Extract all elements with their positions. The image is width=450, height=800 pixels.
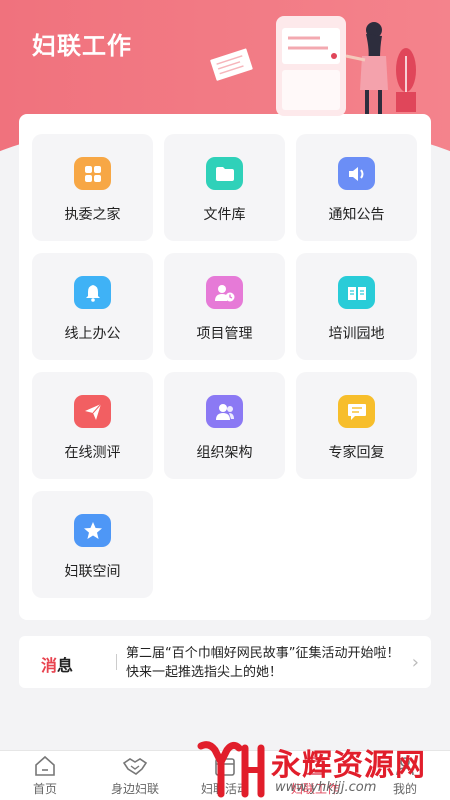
folder-icon	[206, 157, 243, 190]
tab-label: 身边妇联	[110, 782, 159, 796]
tile-executive-home[interactable]: 执委之家	[32, 134, 153, 241]
tile-training[interactable]: 培训园地	[296, 253, 417, 360]
book-icon	[338, 276, 375, 309]
user-clock-icon	[206, 276, 243, 309]
tile-online-office[interactable]: 线上办公	[32, 253, 153, 360]
divider	[116, 654, 117, 670]
bell-icon	[74, 276, 111, 309]
tile-federation-space[interactable]: 妇联空间	[32, 491, 153, 598]
tile-file-library[interactable]: 文件库	[164, 134, 285, 241]
news-tag: 消息	[41, 652, 73, 676]
tile-label: 专家回复	[328, 445, 385, 461]
tile-label: 妇联空间	[64, 564, 121, 580]
grid-icon	[74, 157, 111, 190]
star-icon	[74, 514, 111, 547]
tile-label: 在线测评	[64, 445, 121, 461]
tile-label: 项目管理	[196, 326, 253, 342]
tab-label: 首页	[32, 782, 57, 796]
tile-label: 文件库	[203, 207, 246, 223]
tab-nearby-federation[interactable]: 身边妇联	[90, 755, 180, 797]
watermark-url: www.yhkjjj.com	[275, 780, 377, 795]
paper-plane-icon	[74, 395, 111, 428]
tile-expert-reply[interactable]: 专家回复	[296, 372, 417, 479]
tab-home[interactable]: 首页	[0, 755, 90, 797]
home-icon	[35, 755, 55, 776]
tile-label: 线上办公	[64, 326, 121, 342]
tile-project-management[interactable]: 项目管理	[164, 253, 285, 360]
news-tag-part1: 消	[41, 656, 58, 675]
tile-label: 培训园地	[328, 326, 385, 342]
news-text: 第二届“百个巾帼好网民故事”征集活动开始啦！快来一起推选指尖上的她！	[126, 646, 400, 680]
feature-grid-card: 执委之家 文件库 通知公告 线上办公 项目管理 培训园地 在线测评 组织架构 专…	[19, 114, 431, 620]
tile-label: 执委之家	[64, 207, 121, 223]
tile-online-assessment[interactable]: 在线测评	[32, 372, 153, 479]
tile-organization[interactable]: 组织架构	[164, 372, 285, 479]
tile-label: 通知公告	[328, 207, 385, 223]
page-title: 妇联工作	[32, 32, 132, 60]
tile-notices[interactable]: 通知公告	[296, 134, 417, 241]
news-tag-part2: 息	[57, 656, 74, 675]
watermark-logo	[197, 741, 265, 798]
header-illustration	[210, 16, 416, 116]
watermark: 永辉资源网 www.yhkjjj.com	[195, 736, 450, 800]
chevron-right-icon: ›	[411, 652, 419, 673]
handshake-icon	[122, 758, 148, 775]
speaker-icon	[338, 157, 375, 190]
users-icon	[206, 395, 243, 428]
tile-label: 组织架构	[196, 445, 253, 461]
watermark-name: 永辉资源网	[271, 748, 426, 783]
news-ticker[interactable]: 消息 第二届“百个巾帼好网民故事”征集活动开始啦！快来一起推选指尖上的她！ ›	[19, 636, 431, 688]
message-icon	[338, 395, 375, 428]
